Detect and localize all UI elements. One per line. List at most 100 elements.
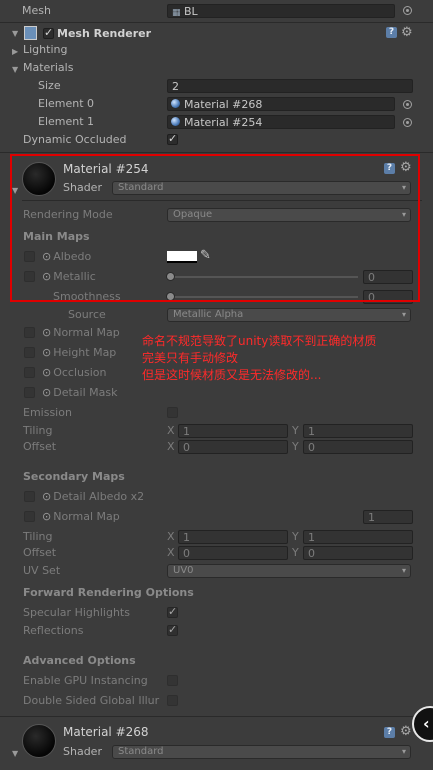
shader-dropdown[interactable]: Standard ▾ (112, 745, 411, 759)
uv-set-dropdown[interactable]: UV0 ▾ (167, 564, 411, 578)
tiling-y-input[interactable]: 1 (303, 424, 413, 438)
secondary-offset-x-label: X (167, 546, 175, 559)
mesh-renderer-title: Mesh Renderer (57, 27, 152, 40)
mesh-renderer-foldout-icon[interactable]: ▼ (12, 29, 18, 38)
occlusion-label: ⊙ Occlusion (42, 366, 107, 379)
materials-size-label: Size (38, 79, 61, 92)
height-map-label: ⊙ Height Map (42, 346, 117, 359)
secondary-tiling-x-input[interactable]: 1 (178, 530, 288, 544)
dropdown-arrow-icon: ▾ (401, 747, 406, 756)
material-preview-ball (22, 724, 56, 758)
emission-checkbox[interactable] (167, 407, 178, 418)
tiling-y-label: Y (292, 424, 299, 437)
divider (0, 716, 433, 717)
dynamic-occluded-checkbox[interactable] (167, 132, 178, 145)
annotation-line-2: 完美只有手动修改 (142, 351, 239, 365)
tiling-x-input[interactable]: 1 (178, 424, 288, 438)
material-foldout-icon[interactable]: ▼ (12, 749, 18, 758)
detail-albedo-label: ⊙ Detail Albedo x2 (42, 490, 145, 503)
secondary-maps-heading: Secondary Maps (23, 470, 125, 483)
secondary-normal-scale-input[interactable]: 1 (363, 510, 413, 524)
annotation-line-3: 但是这时候材质又是无法修改的... (142, 368, 322, 382)
element1-picker-icon[interactable] (403, 118, 412, 127)
secondary-tiling-x-label: X (167, 530, 175, 543)
target-icon: ⊙ (42, 510, 52, 523)
height-map-texture-slot[interactable] (24, 347, 35, 358)
floating-action-button[interactable]: ‹ (412, 706, 433, 742)
offset-x-input[interactable]: 0 (178, 440, 288, 454)
divider (0, 22, 433, 23)
offset-label: Offset (23, 440, 57, 453)
help-icon[interactable]: ? (384, 727, 395, 738)
element0-field[interactable]: Material #268 (167, 97, 395, 111)
divider (0, 152, 433, 153)
material-268-title: Material #268 (63, 725, 149, 739)
dropdown-arrow-icon: ▾ (401, 310, 406, 319)
secondary-tiling-label: Tiling (23, 530, 53, 543)
target-icon: ⊙ (42, 366, 52, 379)
offset-y-label: Y (292, 440, 299, 453)
mesh-label: Mesh (22, 4, 51, 17)
offset-y-input[interactable]: 0 (303, 440, 413, 454)
normal-map-label: ⊙ Normal Map (42, 326, 120, 339)
lighting-label[interactable]: Lighting (23, 43, 67, 57)
specular-highlights-checkbox[interactable] (167, 605, 178, 618)
tiling-label: Tiling (23, 424, 53, 437)
secondary-tiling-y-input[interactable]: 1 (303, 530, 413, 544)
advanced-options-heading: Advanced Options (23, 654, 136, 667)
target-icon: ⊙ (42, 346, 52, 359)
double-sided-gi-checkbox[interactable] (167, 695, 178, 706)
lighting-foldout-icon[interactable]: ▶ (12, 47, 18, 56)
mesh-field[interactable]: ▦ BL (167, 4, 395, 18)
annotation-text: 命名不规范导致了unity读取不到正确的材质 完美只有手动修改 但是这时候材质又… (142, 333, 376, 384)
shader-label: Shader (63, 745, 102, 758)
element1-label: Element 1 (38, 115, 95, 128)
element0-picker-icon[interactable] (403, 100, 412, 109)
specular-highlights-label: Specular Highlights (23, 606, 130, 619)
normal-map-texture-slot[interactable] (24, 327, 35, 338)
secondary-normal-map-label: ⊙ Normal Map (42, 510, 120, 523)
secondary-normal-map-texture-slot[interactable] (24, 511, 35, 522)
source-label: Source (68, 308, 106, 321)
mesh-picker-icon[interactable] (403, 6, 412, 15)
mesh-renderer-component-icon (24, 26, 37, 40)
double-sided-gi-label: Double Sided Global Illur (23, 694, 160, 707)
help-icon[interactable]: ? (386, 27, 397, 38)
secondary-offset-y-label: Y (292, 546, 299, 559)
material-sphere-icon (171, 99, 180, 108)
materials-foldout-icon[interactable]: ▼ (12, 65, 18, 74)
secondary-tiling-y-label: Y (292, 530, 299, 543)
secondary-offset-label: Offset (23, 546, 57, 559)
detail-mask-texture-slot[interactable] (24, 387, 35, 398)
occlusion-texture-slot[interactable] (24, 367, 35, 378)
secondary-offset-x-input[interactable]: 0 (178, 546, 288, 560)
reflections-label: Reflections (23, 624, 84, 637)
offset-x-label: X (167, 440, 175, 453)
material-sphere-icon (171, 117, 180, 126)
dropdown-arrow-icon: ▾ (401, 566, 406, 575)
detail-mask-label: ⊙ Detail Mask (42, 386, 118, 399)
reflections-checkbox[interactable] (167, 623, 178, 636)
secondary-offset-y-input[interactable]: 0 (303, 546, 413, 560)
forward-rendering-heading: Forward Rendering Options (23, 586, 194, 599)
annotation-line-1: 命名不规范导致了unity读取不到正确的材质 (142, 334, 377, 348)
gpu-instancing-label: Enable GPU Instancing (23, 674, 148, 687)
detail-albedo-texture-slot[interactable] (24, 491, 35, 502)
target-icon: ⊙ (42, 386, 52, 399)
gear-icon[interactable]: ⚙ (400, 725, 412, 738)
target-icon: ⊙ (42, 326, 52, 339)
tiling-x-label: X (167, 424, 175, 437)
element0-label: Element 0 (38, 97, 95, 110)
gpu-instancing-checkbox[interactable] (167, 675, 178, 686)
source-dropdown[interactable]: Metallic Alpha ▾ (167, 308, 411, 322)
mesh-grid-icon: ▦ (172, 8, 181, 18)
mesh-renderer-enabled-checkbox[interactable] (43, 26, 54, 39)
materials-label[interactable]: Materials (23, 61, 73, 75)
target-icon: ⊙ (42, 490, 52, 503)
element1-field[interactable]: Material #254 (167, 115, 395, 129)
gear-icon[interactable]: ⚙ (401, 26, 413, 39)
dynamic-occluded-label: Dynamic Occluded (23, 133, 127, 146)
uv-set-label: UV Set (23, 564, 61, 577)
chevron-left-icon: ‹ (423, 714, 430, 733)
materials-size-input[interactable]: 2 (167, 79, 413, 93)
